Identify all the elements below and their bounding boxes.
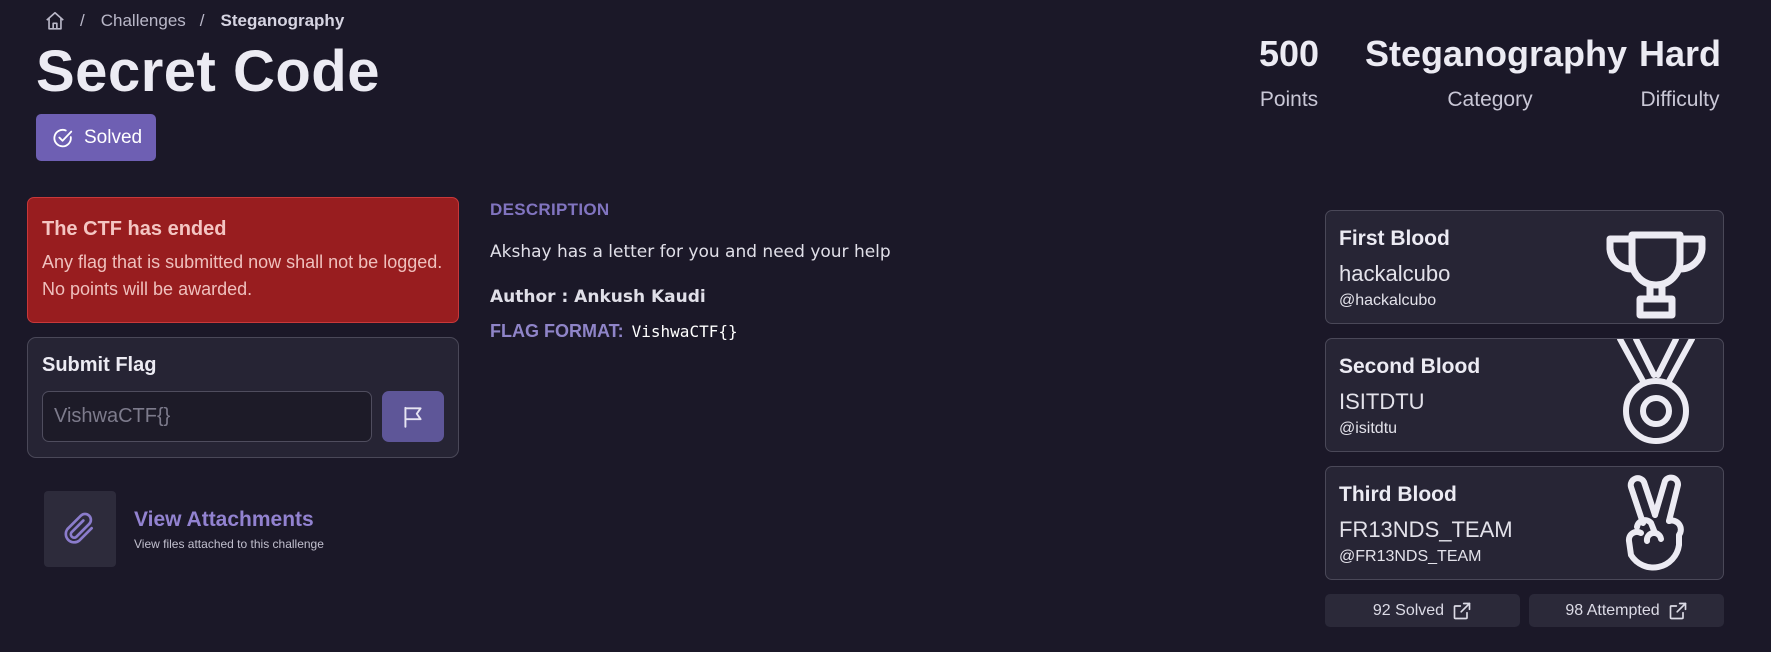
description-body: Akshay has a letter for you and need you… [490, 242, 891, 262]
flag-icon [404, 406, 422, 428]
submit-flag-title: Submit Flag [42, 354, 157, 376]
home-icon[interactable] [44, 10, 66, 32]
attempted-count: 98 Attempted [1565, 601, 1660, 619]
second-blood-card: Second Blood ISITDTU @isitdtu [1325, 338, 1724, 452]
solved-count: 92 Solved [1372, 601, 1445, 619]
attachments-subtitle: View files attached to this challenge [134, 536, 324, 551]
submit-flag-card: Submit Flag [27, 337, 459, 458]
attempted-count-button[interactable]: 98 Attempted [1529, 594, 1724, 627]
points-value: 500 [1258, 33, 1320, 74]
author-line: Author : Ankush Kaudi [490, 287, 706, 307]
challenge-stats: 500 Points Steganography Category Hard D… [1237, 34, 1725, 112]
alert-title: The CTF has ended [42, 218, 227, 240]
breadcrumb: / Challenges / Steganography [44, 10, 344, 32]
category-value: Steganography [1365, 33, 1628, 74]
solved-count-button[interactable]: 92 Solved [1325, 594, 1520, 627]
external-link-icon [1453, 602, 1471, 619]
breadcrumb-current: Steganography [220, 11, 345, 30]
alert-text: Any flag that is submitted now shall not… [42, 252, 443, 299]
stat-difficulty: Hard Difficulty [1635, 34, 1725, 112]
trophy-icon [1597, 211, 1715, 323]
third-blood-card: Third Blood FR13NDS_TEAM @FR13NDS_TEAM [1325, 466, 1724, 580]
stat-points: 500 Points [1237, 34, 1341, 112]
first-blood-card: First Blood hackalcubo @hackalcubo [1325, 210, 1724, 324]
challenge-page: / Challenges / Steganography Secret Code… [0, 0, 1771, 652]
ctf-ended-alert: The CTF has ended Any flag that is submi… [27, 197, 459, 323]
flag-input[interactable] [42, 391, 373, 442]
breadcrumb-separator: / [199, 11, 205, 30]
view-attachments-button[interactable]: View Attachments View files attached to … [44, 491, 324, 567]
attachments-title: View Attachments [134, 507, 314, 531]
check-circle-icon [53, 128, 73, 147]
difficulty-value: Hard [1638, 33, 1722, 74]
flag-format: FLAG FORMAT: VishwaCTF{} [490, 321, 1130, 342]
page-title: Secret Code [36, 39, 380, 104]
points-label: Points [1259, 88, 1319, 111]
solved-label: Solved [84, 126, 143, 148]
stat-category: Steganography Category [1365, 33, 1628, 112]
difficulty-label: Difficulty [1640, 88, 1720, 111]
flag-format-value: VishwaCTF{} [631, 322, 738, 341]
external-link-icon [1669, 602, 1686, 619]
breadcrumb-separator: / [80, 11, 85, 30]
solved-badge: Solved [36, 114, 156, 161]
breadcrumb-challenges-link[interactable]: Challenges [101, 11, 186, 31]
description-section: DESCRIPTION Akshay has a letter for you … [490, 200, 1130, 342]
victory-hand-icon [1597, 467, 1715, 579]
attachment-icon-box [44, 491, 116, 567]
category-label: Category [1447, 88, 1533, 111]
description-heading: DESCRIPTION [490, 200, 610, 219]
medal-icon [1597, 339, 1715, 451]
submit-flag-button[interactable] [382, 391, 444, 442]
flag-format-label: FLAG FORMAT: [490, 321, 624, 341]
paperclip-icon [64, 512, 93, 544]
